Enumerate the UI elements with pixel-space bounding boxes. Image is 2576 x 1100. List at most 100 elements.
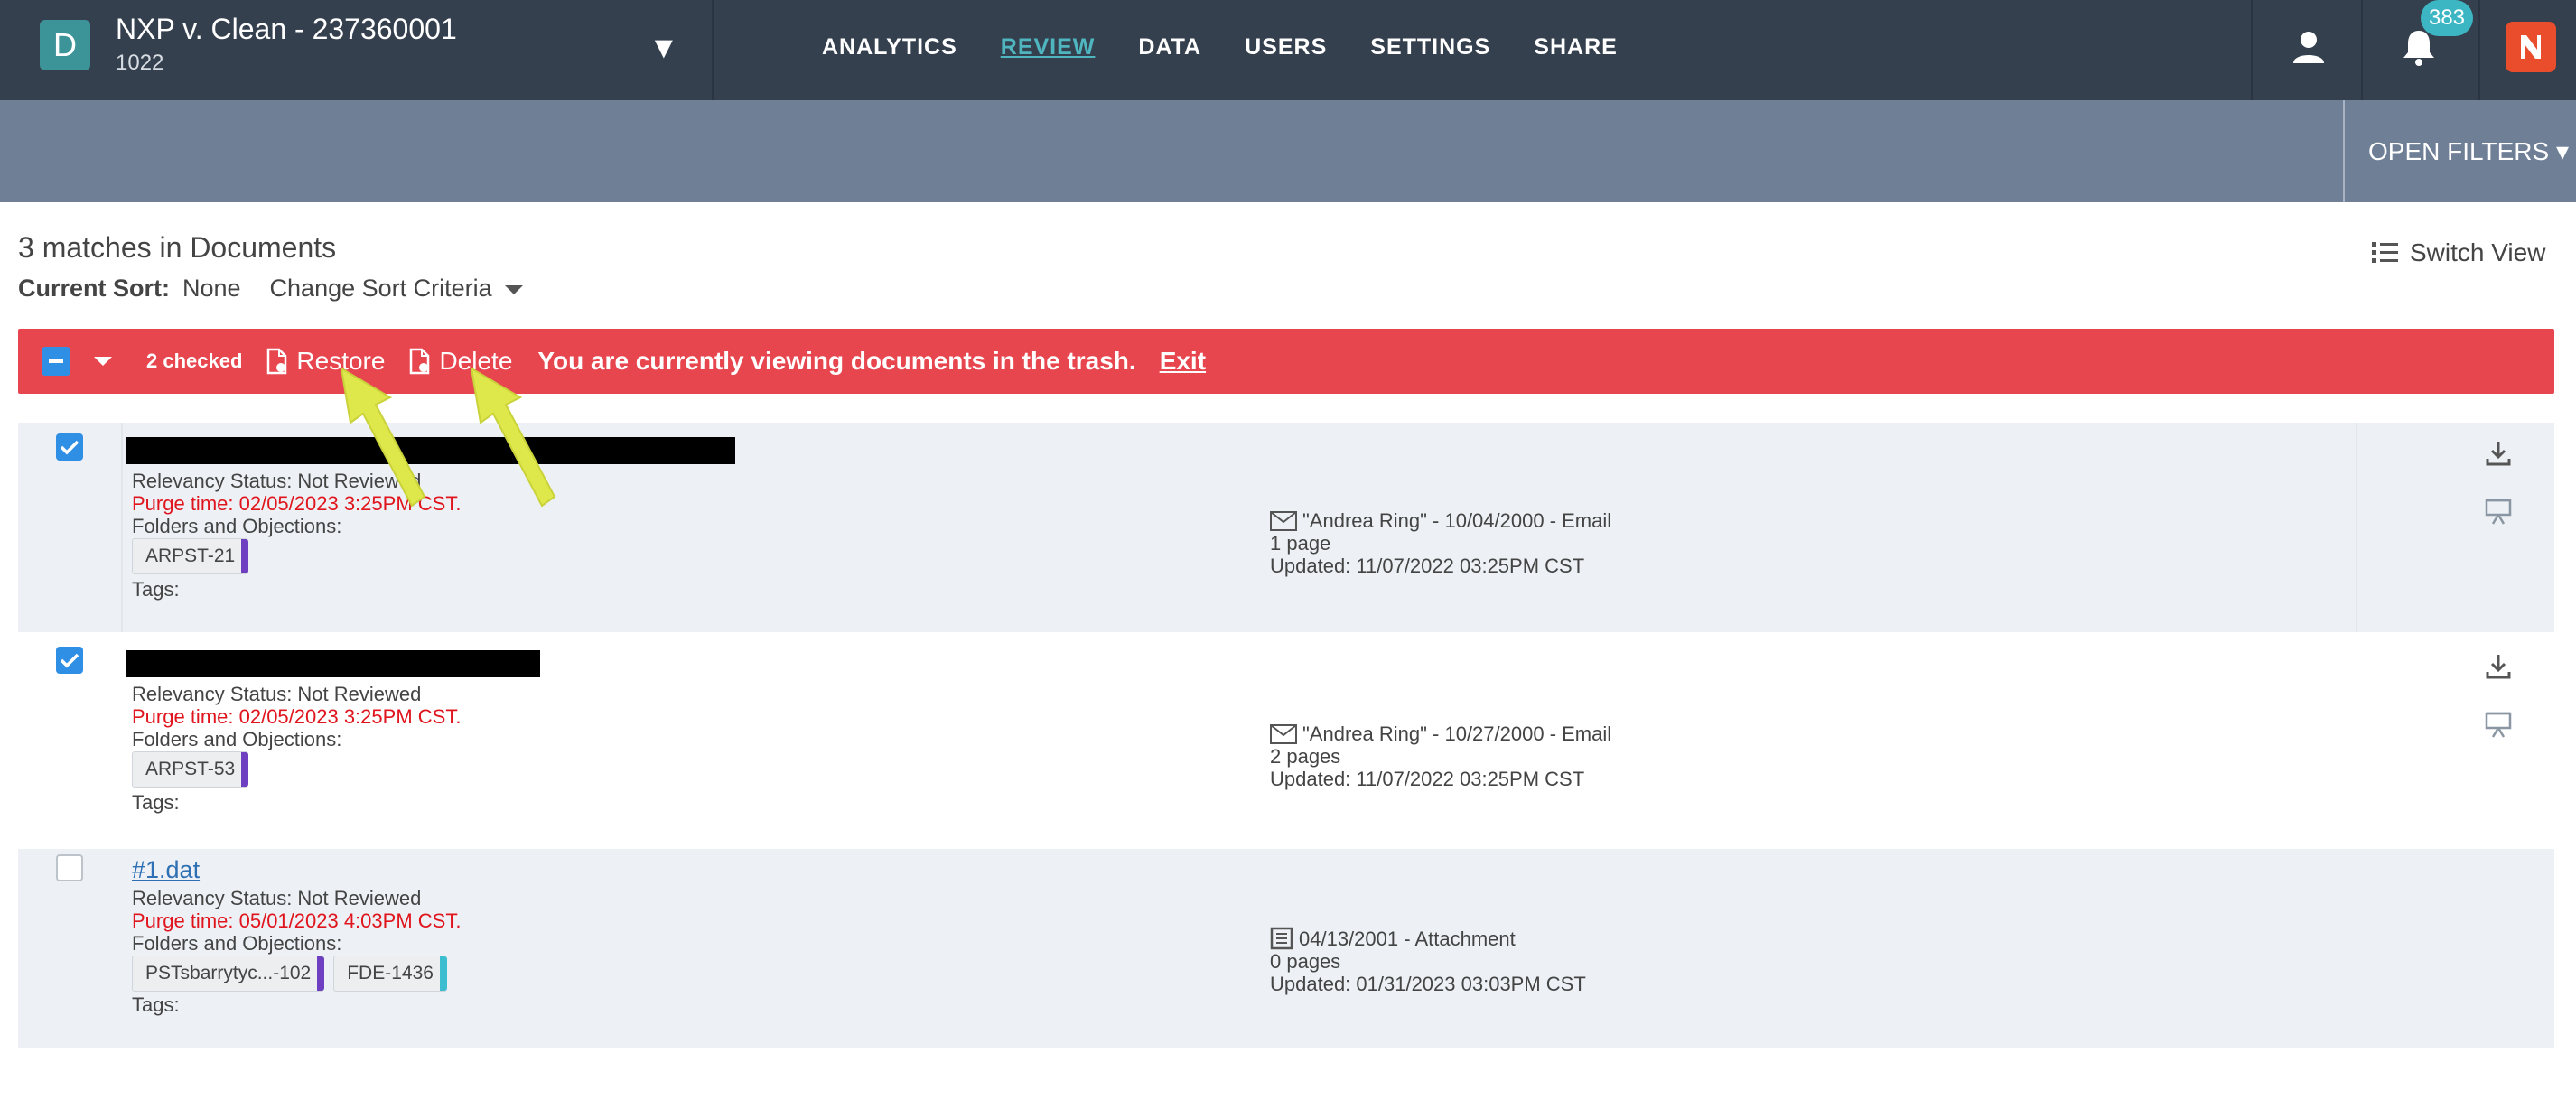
folder-chips: ARPST-21 bbox=[132, 538, 257, 574]
folder-chip[interactable]: PSTsbarrytyc...-102 bbox=[132, 956, 325, 992]
relevancy-status: Relevancy Status: Not Reviewed bbox=[132, 887, 422, 909]
restore-document-icon bbox=[267, 348, 287, 375]
document-row[interactable]: #1.dat Relevancy Status: Not Reviewed Pu… bbox=[18, 849, 2554, 1048]
page-count: 2 pages bbox=[1270, 745, 1341, 768]
nav-divider bbox=[2478, 0, 2480, 100]
folder-chip-label: FDE-1436 bbox=[347, 963, 434, 983]
nav-users[interactable]: USERS bbox=[1245, 34, 1327, 61]
updated-time: Updated: 11/07/2022 03:25PM CST bbox=[1270, 555, 1585, 577]
filter-bar: OPEN FILTERS ▾ bbox=[0, 100, 2576, 202]
bulk-select-checkbox[interactable] bbox=[42, 347, 70, 376]
nav-share[interactable]: SHARE bbox=[1534, 34, 1618, 61]
document-source: "Andrea Ring" - 10/04/2000 - Email bbox=[1302, 509, 1612, 532]
open-filters-button[interactable]: OPEN FILTERS ▾ bbox=[2368, 136, 2569, 166]
purge-time: Purge time: 05/01/2023 4:03PM CST. bbox=[132, 909, 462, 932]
document-meta: Relevancy Status: Not Reviewed Purge tim… bbox=[132, 470, 461, 537]
folder-chip[interactable]: FDE-1436 bbox=[333, 956, 447, 992]
document-info: "Andrea Ring" - 10/27/2000 - Email 2 pag… bbox=[1270, 722, 1611, 790]
chevron-down-icon bbox=[504, 284, 523, 294]
notification-count-badge: 383 bbox=[2421, 0, 2473, 36]
page-count: 0 pages bbox=[1270, 950, 1341, 973]
trash-action-bar: 2 checked Restore Delete You are current… bbox=[18, 329, 2554, 394]
folders-label: Folders and Objections: bbox=[132, 932, 342, 955]
folder-chip[interactable]: ARPST-21 bbox=[132, 538, 249, 574]
document-source: 04/13/2001 - Attachment bbox=[1299, 927, 1516, 950]
sort-row: Current Sort: None Change Sort Criteria bbox=[18, 275, 528, 303]
folder-chips: ARPST-53 bbox=[132, 751, 257, 788]
attachment-doc-icon bbox=[1270, 927, 1293, 950]
presentation-icon[interactable] bbox=[2484, 497, 2513, 526]
email-icon bbox=[1270, 510, 1297, 531]
nav-data[interactable]: DATA bbox=[1138, 34, 1201, 61]
document-info: 04/13/2001 - Attachment 0 pages Updated:… bbox=[1270, 927, 1586, 996]
document-row[interactable]: Relevancy Status: Not Reviewed Purge tim… bbox=[18, 636, 2554, 845]
trash-notice: You are currently viewing documents in t… bbox=[537, 347, 1136, 375]
restore-label: Restore bbox=[296, 347, 386, 375]
document-meta: Relevancy Status: Not Reviewed Purge tim… bbox=[132, 683, 461, 750]
current-sort-label: Current Sort: bbox=[18, 275, 170, 302]
purge-time: Purge time: 02/05/2023 3:25PM CST. bbox=[132, 705, 462, 728]
folders-label: Folders and Objections: bbox=[132, 515, 342, 537]
folder-chip[interactable]: ARPST-53 bbox=[132, 751, 249, 788]
project-title: NXP v. Clean - 237360001 bbox=[116, 13, 457, 45]
updated-time: Updated: 11/07/2022 03:25PM CST bbox=[1270, 768, 1585, 790]
list-view-icon bbox=[2372, 242, 2398, 263]
download-icon[interactable] bbox=[2484, 652, 2513, 681]
document-source: "Andrea Ring" - 10/27/2000 - Email bbox=[1302, 722, 1612, 745]
row-checkbox[interactable] bbox=[56, 433, 83, 461]
user-profile-icon[interactable] bbox=[2291, 29, 2327, 65]
nav-settings[interactable]: SETTINGS bbox=[1370, 34, 1490, 61]
checked-count: 2 checked bbox=[146, 350, 243, 372]
top-navigation-bar: D NXP v. Clean - 237360001 1022 ▼ ANALYT… bbox=[0, 0, 2576, 100]
change-sort-criteria-dropdown[interactable]: Change Sort Criteria bbox=[270, 275, 528, 303]
project-dropdown-caret-icon[interactable]: ▼ bbox=[649, 31, 679, 66]
row-checkbox[interactable] bbox=[56, 647, 83, 674]
nav-divider bbox=[2361, 0, 2363, 100]
restore-button[interactable]: Restore bbox=[266, 347, 385, 376]
project-subtitle: 1022 bbox=[116, 51, 164, 75]
nav-review[interactable]: REVIEW bbox=[1001, 34, 1096, 61]
relevancy-status: Relevancy Status: Not Reviewed bbox=[132, 683, 422, 705]
email-icon bbox=[1270, 723, 1297, 744]
delete-document-icon bbox=[410, 348, 430, 375]
nav-divider bbox=[712, 0, 714, 100]
redacted-title bbox=[126, 650, 540, 677]
updated-time: Updated: 01/31/2023 03:03PM CST bbox=[1270, 973, 1586, 995]
document-row[interactable]: Relevancy Status: Not Reviewed Purge tim… bbox=[18, 423, 2554, 632]
column-divider bbox=[2356, 423, 2357, 632]
presentation-icon[interactable] bbox=[2484, 710, 2513, 739]
exit-trash-link[interactable]: Exit bbox=[1160, 347, 1206, 376]
switch-view-label: Switch View bbox=[2410, 238, 2546, 266]
row-checkbox[interactable] bbox=[56, 854, 83, 881]
main-nav: ANALYTICS REVIEW DATA USERS SETTINGS SHA… bbox=[822, 34, 1661, 61]
tags-label: Tags: bbox=[132, 791, 180, 814]
brand-logo-icon[interactable] bbox=[2506, 22, 2556, 72]
change-sort-label: Change Sort Criteria bbox=[269, 275, 492, 302]
tags-label: Tags: bbox=[132, 578, 180, 601]
project-avatar[interactable]: D bbox=[40, 20, 90, 70]
nav-divider bbox=[2251, 0, 2253, 100]
document-info: "Andrea Ring" - 10/04/2000 - Email 1 pag… bbox=[1270, 509, 1611, 577]
nav-analytics[interactable]: ANALYTICS bbox=[822, 34, 957, 61]
folder-chip-label: PSTsbarrytyc...-102 bbox=[145, 963, 312, 983]
folders-label: Folders and Objections: bbox=[132, 728, 342, 750]
document-title-link[interactable]: #1.dat bbox=[132, 856, 200, 884]
relevancy-status: Relevancy Status: Not Reviewed bbox=[132, 470, 422, 492]
delete-button[interactable]: Delete bbox=[408, 347, 512, 376]
redacted-title bbox=[126, 437, 735, 464]
folder-chip-label: ARPST-21 bbox=[145, 545, 236, 566]
filter-divider bbox=[2343, 100, 2345, 202]
document-meta: Relevancy Status: Not Reviewed Purge tim… bbox=[132, 887, 461, 955]
folder-chips: PSTsbarrytyc...-102 FDE-1436 bbox=[132, 956, 456, 992]
current-sort-value: None bbox=[182, 275, 241, 302]
page-count: 1 page bbox=[1270, 532, 1331, 555]
switch-view-button[interactable]: Switch View bbox=[2370, 238, 2545, 267]
tags-label: Tags: bbox=[132, 993, 180, 1016]
match-count: 3 matches in Documents bbox=[18, 231, 337, 264]
folder-chip-label: ARPST-53 bbox=[145, 759, 236, 779]
column-divider bbox=[121, 423, 123, 632]
bulk-select-caret-icon[interactable] bbox=[92, 355, 114, 368]
delete-label: Delete bbox=[439, 347, 513, 375]
download-icon[interactable] bbox=[2484, 439, 2513, 468]
purge-time: Purge time: 02/05/2023 3:25PM CST. bbox=[132, 492, 462, 515]
